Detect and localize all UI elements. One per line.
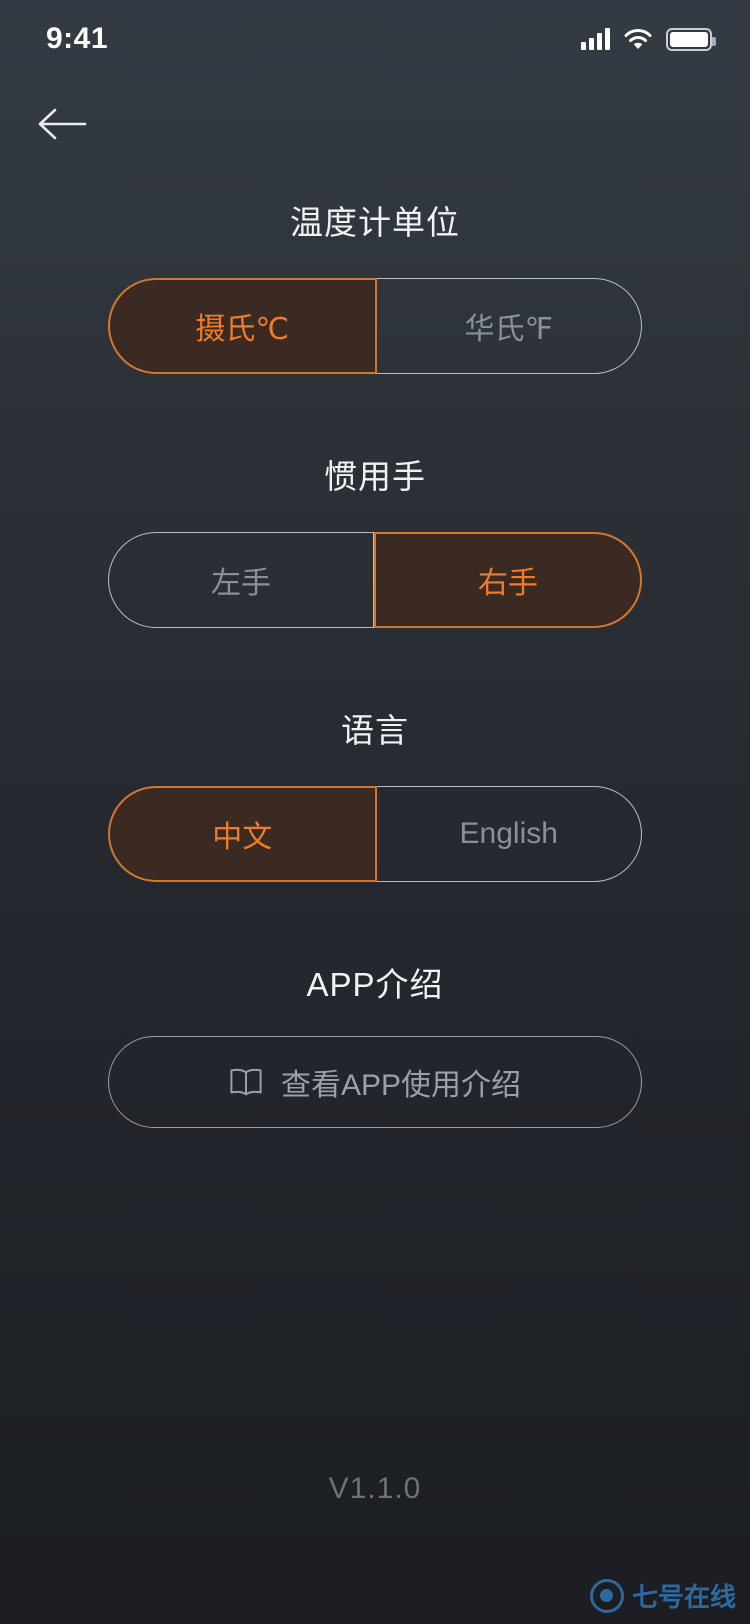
segment-fahrenheit[interactable]: 华氏℉ xyxy=(376,278,642,374)
segmented-control-language: 中文 English xyxy=(108,786,642,882)
segment-chinese[interactable]: 中文 xyxy=(108,786,377,882)
segment-right-hand[interactable]: 右手 xyxy=(374,532,642,628)
signal-bars-icon xyxy=(581,28,610,50)
section-title: 语言 xyxy=(341,712,409,749)
status-bar-clock: 9:41 xyxy=(46,22,109,55)
battery-icon xyxy=(666,27,716,51)
segmented-control-dominant-hand: 左手 右手 xyxy=(108,532,642,628)
view-app-intro-button[interactable]: 查看APP使用介绍 xyxy=(108,1036,642,1128)
back-button[interactable] xyxy=(26,94,98,154)
watermark-logo-icon xyxy=(589,1578,624,1613)
segment-celsius[interactable]: 摄氏℃ xyxy=(108,278,377,374)
watermark: 七号在线 xyxy=(589,1577,736,1614)
settings-content: 温度计单位 摄氏℃ 华氏℉ 惯用手 左手 右手 语言 中文 English AP… xyxy=(0,170,750,1128)
watermark-text: 七号在线 xyxy=(631,1582,736,1612)
nav-bar xyxy=(0,78,750,170)
status-bar: 9:41 xyxy=(0,0,750,78)
section-title: APP介绍 xyxy=(306,966,444,1003)
section-title: 惯用手 xyxy=(324,458,426,495)
section-app-intro: APP介绍 查看APP使用介绍 xyxy=(108,882,642,1128)
status-bar-icons xyxy=(581,27,716,51)
back-arrow-icon xyxy=(38,108,87,140)
segment-english[interactable]: English xyxy=(376,786,642,882)
segment-left-hand[interactable]: 左手 xyxy=(108,532,374,628)
wifi-icon xyxy=(624,28,652,50)
app-version: V1.1.0 xyxy=(328,1472,422,1505)
section-title: 温度计单位 xyxy=(290,204,460,241)
segmented-control-thermometer-unit: 摄氏℃ 华氏℉ xyxy=(108,278,642,374)
view-app-intro-label: 查看APP使用介绍 xyxy=(280,1069,522,1102)
section-dominant-hand: 惯用手 左手 右手 xyxy=(108,374,642,628)
book-icon xyxy=(230,1068,262,1096)
section-thermometer-unit: 温度计单位 摄氏℃ 华氏℉ xyxy=(108,170,642,374)
section-language: 语言 中文 English xyxy=(108,628,642,882)
